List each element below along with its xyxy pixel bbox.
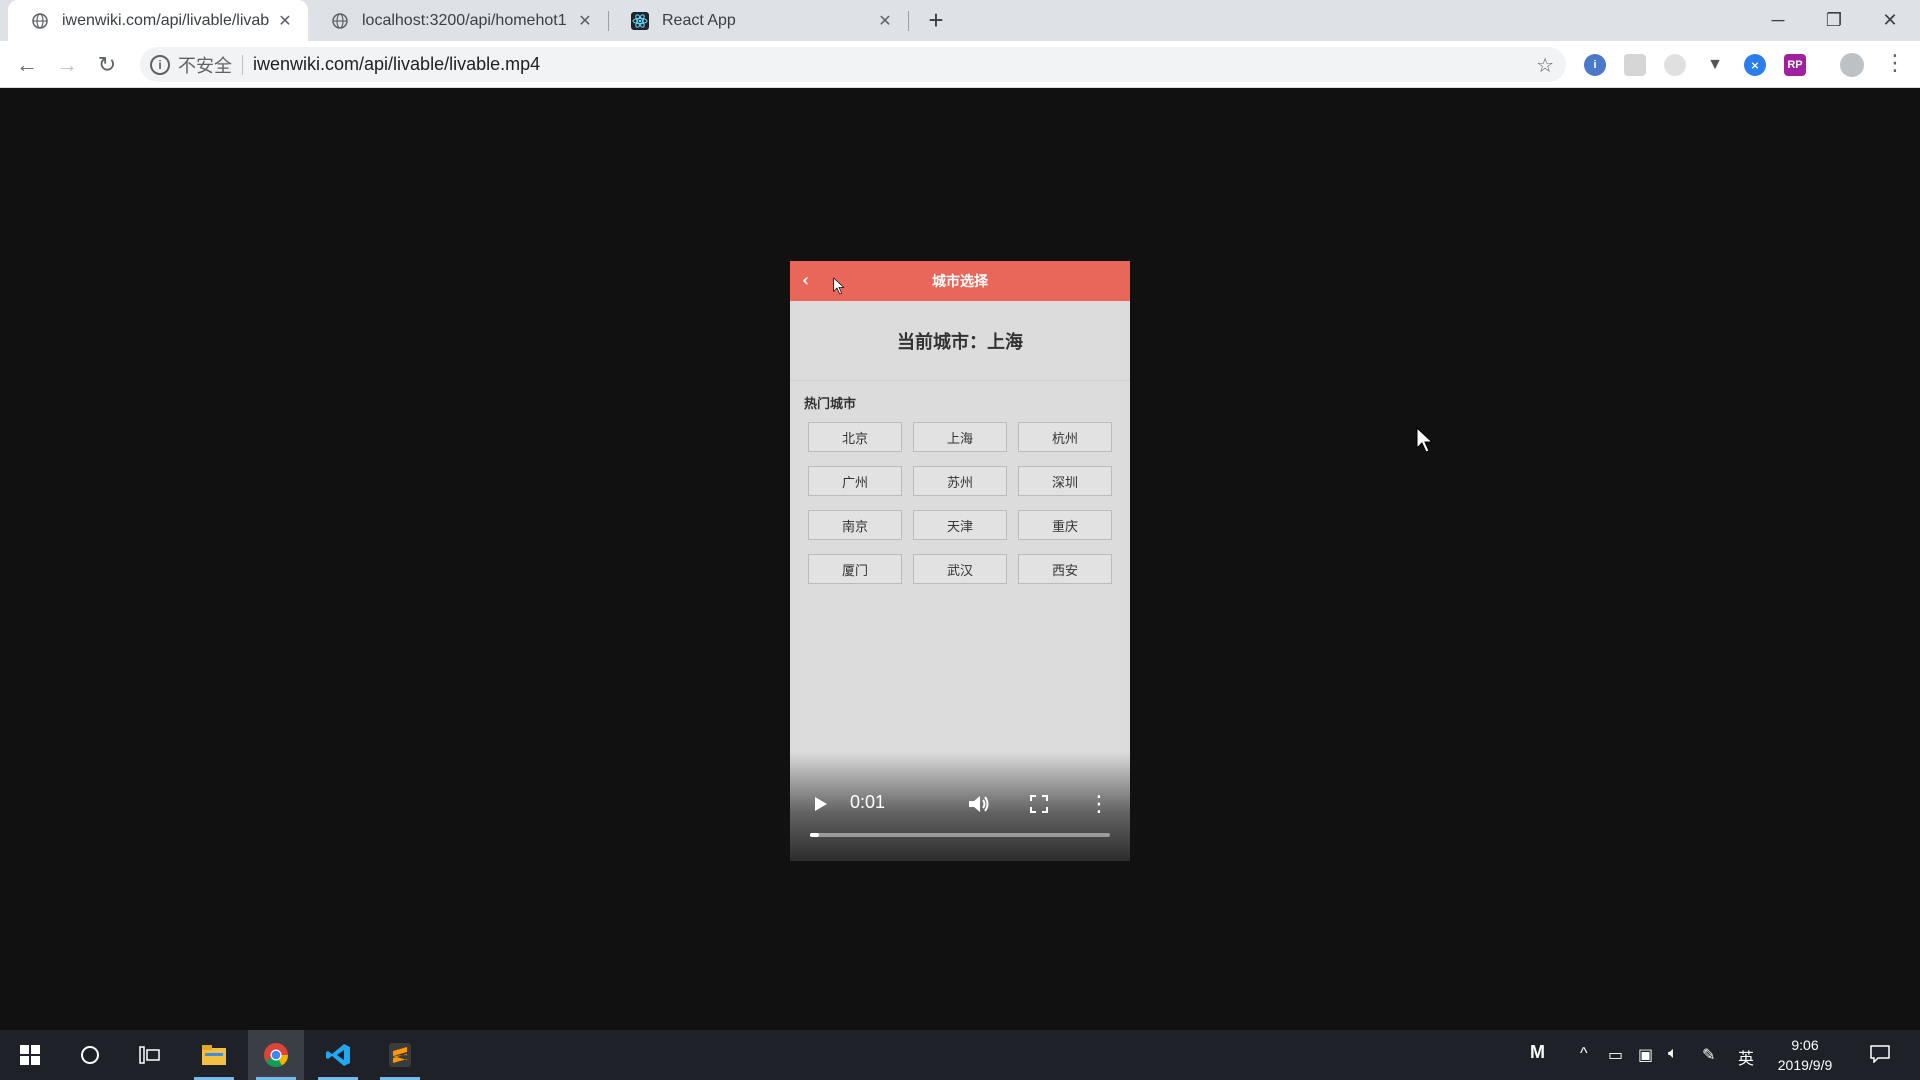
extension-icon[interactable]: ⨯	[1744, 54, 1766, 76]
security-label: 不安全	[178, 55, 232, 76]
close-icon[interactable]: ✕	[876, 12, 894, 30]
back-arrow-icon: ‹	[802, 270, 810, 291]
city-button: 南京	[808, 510, 902, 540]
video-controls: 0:01 ⋮	[790, 751, 1130, 861]
fullscreen-icon[interactable]	[1026, 791, 1052, 817]
clock-date: 2019/9/9	[1777, 1057, 1833, 1073]
hot-cities-title: 热门城市	[804, 397, 857, 412]
city-button: 苏州	[913, 466, 1007, 496]
tab-separator	[908, 11, 909, 31]
windows-taskbar: M ^ ▭ ▣ 🔈︎ ✎ 英 9:06 2019/9/9	[0, 1030, 1920, 1080]
city-grid: 北京 上海 杭州 广州 苏州 深圳 南京 天津 重庆 厦门 武汉 西安	[808, 422, 1130, 584]
city-button: 深圳	[1018, 466, 1112, 496]
browser-menu-icon[interactable]: ⋮	[1884, 52, 1906, 74]
close-window-button[interactable]: ✕	[1862, 0, 1918, 41]
city-button: 天津	[913, 510, 1007, 540]
close-icon[interactable]: ✕	[276, 12, 294, 30]
chrome-icon[interactable]	[248, 1030, 304, 1080]
vscode-icon[interactable]	[310, 1030, 366, 1080]
video-time: 0:01	[850, 792, 886, 812]
network-icon[interactable]: ▣	[1638, 1045, 1653, 1065]
city-button: 武汉	[913, 554, 1007, 584]
cortana-icon[interactable]	[62, 1030, 118, 1080]
vue-devtools-icon[interactable]: ▼	[1704, 54, 1726, 76]
city-button: 上海	[913, 422, 1007, 452]
tray-chevron-up-icon[interactable]: ^	[1580, 1045, 1588, 1063]
address-separator	[242, 54, 243, 75]
progress-bar[interactable]	[810, 833, 1110, 837]
url-text[interactable]: iwenwiki.com/api/livable/livable.mp4	[253, 54, 540, 75]
video-viewport: ‹ 城市选择 当前城市：上海 热门城市 北京 上海 杭州 广州 苏州 深圳 南京…	[0, 89, 1920, 1030]
tab-title: localhost:3200/api/homehot1	[362, 11, 567, 29]
sublime-icon[interactable]	[372, 1030, 428, 1080]
ime-indicator[interactable]: 英	[1738, 1045, 1754, 1069]
volume-icon[interactable]	[966, 791, 992, 817]
extension-icon[interactable]: i	[1584, 54, 1606, 76]
forward-button[interactable]: →	[50, 48, 84, 82]
mouse-cursor-icon	[1416, 427, 1434, 453]
tray-m-icon[interactable]: M	[1530, 1042, 1545, 1063]
info-icon[interactable]: i	[150, 54, 170, 75]
back-button[interactable]: ←	[10, 48, 44, 82]
globe-icon	[330, 11, 350, 31]
clock-time: 9:06	[1791, 1037, 1819, 1053]
restore-button[interactable]: ❐	[1806, 0, 1862, 41]
file-explorer-icon[interactable]	[186, 1030, 242, 1080]
minimize-button[interactable]: ─	[1750, 0, 1806, 41]
tab-title: iwenwiki.com/api/livable/livab	[62, 11, 270, 29]
tab-strip: iwenwiki.com/api/livable/livab ✕ localho…	[0, 0, 1920, 41]
city-button: 杭州	[1018, 422, 1112, 452]
globe-icon	[30, 11, 50, 31]
new-tab-button[interactable]: +	[922, 5, 950, 35]
browser-toolbar: ← → ↻ i 不安全 iwenwiki.com/api/livable/liv…	[0, 41, 1920, 88]
address-bar[interactable]: i 不安全 iwenwiki.com/api/livable/livable.m…	[140, 47, 1566, 82]
tab-livable[interactable]: iwenwiki.com/api/livable/livab ✕	[8, 0, 308, 41]
start-icon[interactable]	[2, 1030, 58, 1080]
extension-icon[interactable]	[1624, 54, 1646, 76]
play-icon[interactable]	[808, 791, 834, 817]
tab-title: React App	[662, 11, 736, 29]
profile-avatar-icon[interactable]	[1840, 53, 1864, 77]
mouse-cursor-icon	[833, 277, 845, 295]
video-player[interactable]: ‹ 城市选择 当前城市：上海 热门城市 北京 上海 杭州 广州 苏州 深圳 南京…	[790, 261, 1130, 861]
notification-icon[interactable]	[1870, 1045, 1890, 1068]
header-title: 城市选择	[932, 274, 988, 290]
bookmark-star-icon[interactable]: ☆	[1536, 53, 1554, 78]
city-button: 广州	[808, 466, 902, 496]
tab-homehot[interactable]: localhost:3200/api/homehot1 ✕	[308, 0, 608, 41]
current-city: 当前城市：上海	[790, 301, 1130, 381]
reload-button[interactable]: ↻	[90, 48, 124, 82]
city-button: 厦门	[808, 554, 902, 584]
react-icon	[630, 11, 650, 31]
tab-react-app[interactable]: React App ✕	[608, 0, 908, 41]
city-button: 北京	[808, 422, 902, 452]
more-options-icon[interactable]: ⋮	[1086, 791, 1112, 817]
volume-tray-icon[interactable]: 🔈︎	[1668, 1045, 1678, 1063]
extension-icon[interactable]: RP	[1784, 54, 1806, 76]
city-button: 重庆	[1018, 510, 1112, 540]
city-button: 西安	[1018, 554, 1112, 584]
task-view-icon[interactable]	[122, 1030, 178, 1080]
extension-icon[interactable]	[1664, 54, 1686, 76]
clock[interactable]: 9:06 2019/9/9	[1760, 1035, 1850, 1075]
progress-fill	[810, 833, 819, 837]
battery-icon[interactable]: ▭	[1608, 1045, 1623, 1065]
pen-icon[interactable]: ✎	[1702, 1045, 1715, 1065]
close-icon[interactable]: ✕	[576, 12, 594, 30]
